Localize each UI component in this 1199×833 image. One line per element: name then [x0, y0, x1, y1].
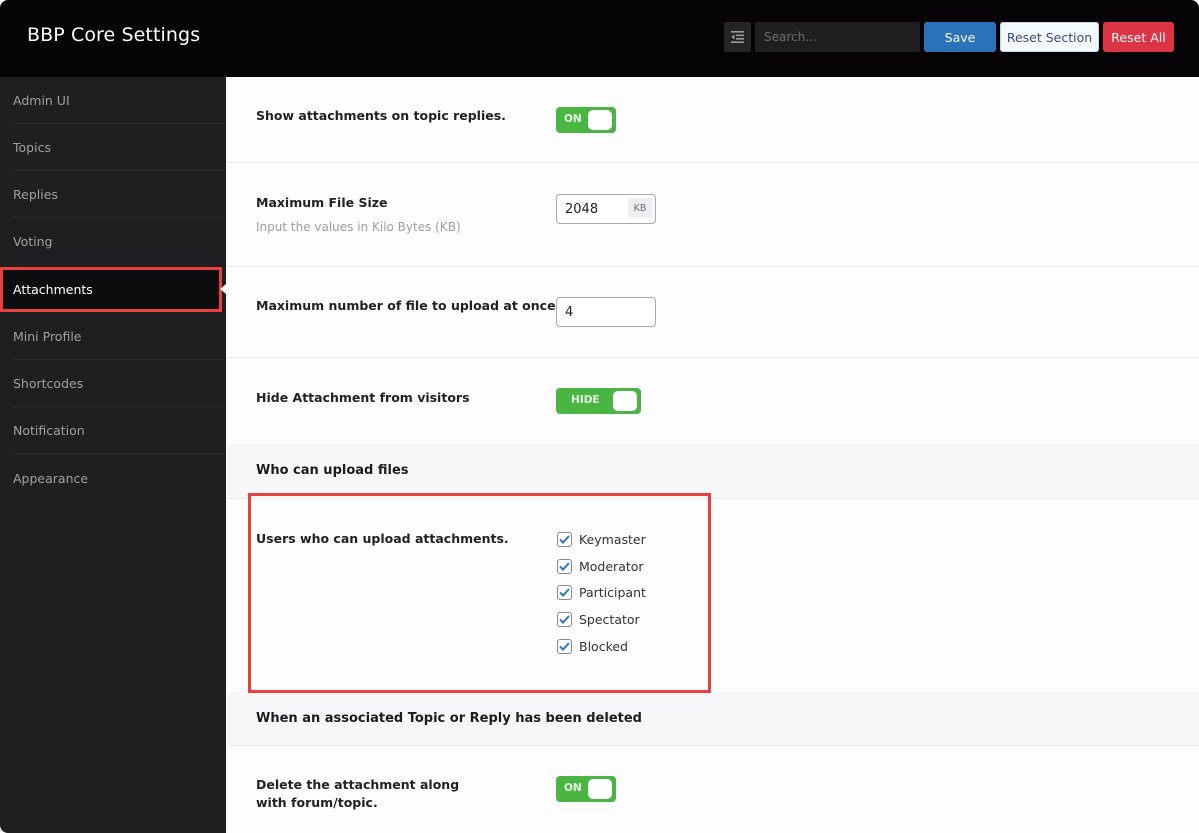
sidebar-item-label: Shortcodes	[13, 376, 84, 391]
checkmark-icon	[559, 562, 570, 571]
save-button[interactable]: Save	[924, 22, 996, 52]
checkmark-icon	[559, 535, 570, 544]
role-checkbox-participant[interactable]: Participant	[557, 585, 646, 600]
setting-label: Delete the attachment along with forum/t…	[256, 777, 460, 810]
role-checkbox-spectator[interactable]: Spectator	[557, 612, 640, 627]
checkbox[interactable]	[557, 559, 572, 574]
checkbox[interactable]	[557, 532, 572, 547]
setting-row-delete-attachment: Delete the attachment along with forum/t…	[226, 746, 1199, 833]
toggle-knob	[613, 391, 637, 411]
sidebar-item-label: Notification	[13, 423, 85, 438]
checkbox-label: Keymaster	[579, 532, 646, 547]
setting-description: Input the values in Kilo Bytes (KB)	[256, 220, 461, 234]
toggle-label: ON	[564, 782, 582, 794]
sidebar-item-label: Mini Profile	[13, 329, 82, 344]
reset-section-button[interactable]: Reset Section	[1000, 22, 1099, 52]
unit-addon: KB	[628, 198, 652, 218]
checkbox-label: Blocked	[579, 639, 628, 654]
sidebar-item-shortcodes[interactable]: Shortcodes	[0, 360, 224, 407]
collapse-sidebar-button[interactable]	[724, 22, 751, 52]
sidebar-item-mini-profile[interactable]: Mini Profile	[0, 313, 224, 360]
sidebar-item-label: Voting	[13, 234, 53, 249]
setting-label: Maximum File Size	[256, 195, 388, 210]
sidebar-item-label: Admin UI	[13, 93, 70, 108]
sidebar-item-admin-ui[interactable]: Admin UI	[0, 77, 224, 124]
sidebar-item-notification[interactable]: Notification	[0, 407, 224, 454]
hide-attachment-toggle[interactable]: HIDE	[556, 388, 641, 414]
role-checkbox-moderator[interactable]: Moderator	[557, 559, 644, 574]
checkbox[interactable]	[557, 612, 572, 627]
setting-label: Hide Attachment from visitors	[256, 390, 470, 405]
sidebar-item-attachments[interactable]: Attachments	[0, 267, 222, 312]
checkbox-label: Participant	[579, 585, 646, 600]
sidebar-item-replies[interactable]: Replies	[0, 171, 224, 218]
section-header-on-delete: When an associated Topic or Reply has be…	[226, 692, 1199, 746]
top-bar: BBP Core Settings Save Reset Section Res…	[0, 0, 1199, 77]
checkmark-icon	[559, 615, 570, 624]
checkbox-label: Spectator	[579, 612, 640, 627]
search-input[interactable]	[755, 22, 920, 52]
sidebar-item-label: Topics	[13, 140, 51, 155]
reset-all-button[interactable]: Reset All	[1103, 22, 1174, 52]
toggle-label: ON	[564, 113, 582, 125]
sidebar-item-label: Appearance	[13, 471, 89, 486]
checkbox[interactable]	[557, 639, 572, 654]
section-title: Who can upload files	[256, 463, 409, 478]
setting-row-upload-roles: Users who can upload attachments. Keymas…	[226, 499, 1199, 692]
checkmark-icon	[559, 642, 570, 651]
settings-window: BBP Core Settings Save Reset Section Res…	[0, 0, 1199, 833]
sidebar-item-topics[interactable]: Topics	[0, 124, 224, 171]
sidebar: Admin UI Topics Replies Voting Attachmen…	[0, 77, 226, 833]
settings-content: Show attachments on topic replies. ON Ma…	[226, 77, 1199, 833]
show-attachments-toggle[interactable]: ON	[556, 107, 616, 133]
checkbox[interactable]	[557, 585, 572, 600]
toggle-knob	[588, 110, 612, 130]
role-checkbox-blocked[interactable]: Blocked	[557, 639, 628, 654]
checkmark-icon	[559, 588, 570, 597]
setting-row-hide-attachment: Hide Attachment from visitors HIDE	[226, 358, 1199, 444]
sidebar-item-label: Replies	[13, 187, 58, 202]
toggle-knob	[588, 779, 612, 799]
app-title: BBP Core Settings	[27, 24, 201, 46]
role-checkbox-keymaster[interactable]: Keymaster	[557, 532, 646, 547]
setting-row-max-files: Maximum number of file to upload at once	[226, 267, 1199, 358]
setting-label: Users who can upload attachments.	[256, 531, 509, 546]
max-file-size-field: KB	[556, 194, 656, 224]
setting-row-show-attachments: Show attachments on topic replies. ON	[226, 77, 1199, 163]
delete-attachment-toggle[interactable]: ON	[556, 776, 616, 802]
indent-icon	[731, 31, 744, 43]
max-files-input[interactable]	[556, 297, 656, 327]
sidebar-item-label: Attachments	[13, 282, 93, 297]
setting-label: Show attachments on topic replies.	[256, 108, 506, 123]
sidebar-item-voting[interactable]: Voting	[0, 218, 224, 265]
section-title: When an associated Topic or Reply has be…	[256, 711, 642, 726]
setting-label: Maximum number of file to upload at once	[256, 298, 556, 313]
section-header-who-can-upload: Who can upload files	[226, 444, 1199, 499]
toggle-label: HIDE	[571, 394, 600, 406]
divider	[13, 453, 224, 454]
setting-row-max-file-size: Maximum File Size Input the values in Ki…	[226, 163, 1199, 267]
sidebar-item-appearance[interactable]: Appearance	[0, 455, 224, 502]
checkbox-label: Moderator	[579, 559, 644, 574]
